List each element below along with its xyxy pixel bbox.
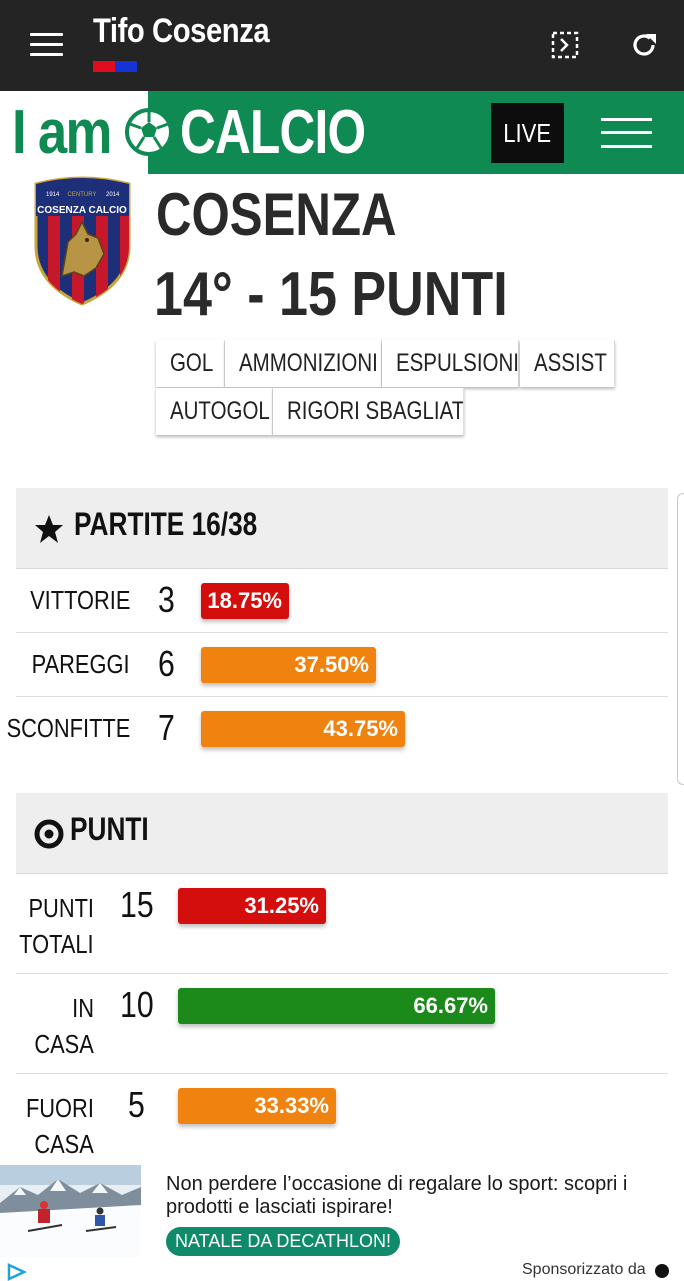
ad-banner[interactable]: Non perdere l’occasione di regalare lo s…: [0, 1163, 684, 1281]
live-button[interactable]: LIVE: [491, 103, 564, 163]
stat-row-fuori-casa: FUORI CASA 5 33.33%: [16, 1074, 668, 1173]
app-title: Tifo Cosenza: [93, 12, 270, 50]
percent-bar: 66.67%: [178, 988, 495, 1024]
sponsor-logo-icon: [655, 1264, 669, 1278]
stat-value: 6: [158, 643, 175, 684]
site-header: I am CALCIO LIVE: [0, 91, 684, 174]
stat-row-in-casa: IN CASA 10 66.67%: [16, 974, 668, 1074]
team-position-points: 14° - 15 PUNTI: [154, 260, 508, 329]
tab-espulsioni[interactable]: ESPULSIONI: [382, 340, 519, 387]
refresh-icon[interactable]: [627, 28, 661, 62]
menu-icon[interactable]: [30, 31, 63, 57]
site-menu-icon[interactable]: [601, 117, 652, 149]
percent-bar: 31.25%: [178, 888, 326, 924]
percent-bar: 18.75%: [201, 583, 289, 619]
stat-row-vittorie: VITTORIE 3 18.75%: [16, 569, 668, 633]
ad-text[interactable]: Non perdere l’occasione di regalare lo s…: [166, 1173, 678, 1219]
stat-row-punti-totali: PUNTI TOTALI 15 31.25%: [16, 874, 668, 974]
punti-section-header: PUNTI: [16, 793, 668, 874]
svg-text:1914: 1914: [46, 192, 60, 198]
stat-value: 10: [120, 984, 154, 1025]
tab-assist[interactable]: ASSIST: [520, 340, 615, 387]
target-icon: [34, 819, 64, 849]
percent-bar: 33.33%: [178, 1088, 336, 1124]
punti-title: PUNTI: [70, 811, 149, 847]
percent-bar: 43.75%: [201, 711, 405, 747]
stat-row-sconfitte: SCONFITTE 7 43.75%: [6, 697, 668, 760]
stat-label: IN CASA: [34, 993, 94, 1059]
ad-sponsored-label: Sponsorizzato da: [522, 1261, 646, 1278]
app-bar: Tifo Cosenza: [0, 0, 684, 91]
star-icon: [35, 515, 63, 543]
selection-screenshot-icon[interactable]: [548, 28, 582, 62]
stat-value: 15: [120, 884, 154, 925]
stat-label: VITTORIE: [29, 585, 130, 615]
stat-value: 3: [158, 579, 175, 620]
team-crest-logo: COSENZA CALCIO CENTURY 1914 2014: [34, 176, 131, 306]
stat-label: PUNTI TOTALI: [19, 893, 94, 959]
stat-label: SCONFITTE: [6, 713, 130, 743]
ad-cta-button[interactable]: NATALE DA DECATHLON!: [166, 1227, 401, 1256]
stat-value: 5: [128, 1084, 145, 1125]
team-colors-flag: [93, 61, 137, 72]
site-logo-right[interactable]: CALCIO: [180, 97, 366, 168]
tab-ammonizioni[interactable]: AMMONIZIONI: [225, 340, 382, 387]
tab-autogol[interactable]: AUTOGOL: [156, 388, 273, 435]
tab-rigori-sbagliati[interactable]: RIGORI SBAGLIATI: [273, 388, 464, 435]
stat-label: FUORI CASA: [26, 1093, 94, 1159]
stat-label: PAREGGI: [32, 649, 130, 679]
ad-image-skiers[interactable]: [0, 1165, 141, 1257]
stat-value: 7: [158, 707, 175, 748]
percent-bar: 37.50%: [201, 647, 376, 683]
side-scroll-handle[interactable]: [677, 493, 684, 785]
svg-text:2014: 2014: [106, 192, 120, 198]
svg-text:COSENZA CALCIO: COSENZA CALCIO: [37, 205, 127, 216]
tab-gol[interactable]: GOL: [156, 340, 225, 387]
partite-section-header: PARTITE 16/38: [16, 488, 668, 569]
site-logo-left[interactable]: I am: [12, 97, 112, 168]
team-name: COSENZA: [156, 181, 397, 248]
partite-title: PARTITE 16/38: [74, 506, 258, 542]
svg-text:CENTURY: CENTURY: [68, 192, 97, 198]
football-icon: [125, 108, 173, 156]
adchoices-icon[interactable]: [6, 1263, 28, 1281]
stat-row-pareggi: PAREGGI 6 37.50%: [16, 633, 668, 697]
